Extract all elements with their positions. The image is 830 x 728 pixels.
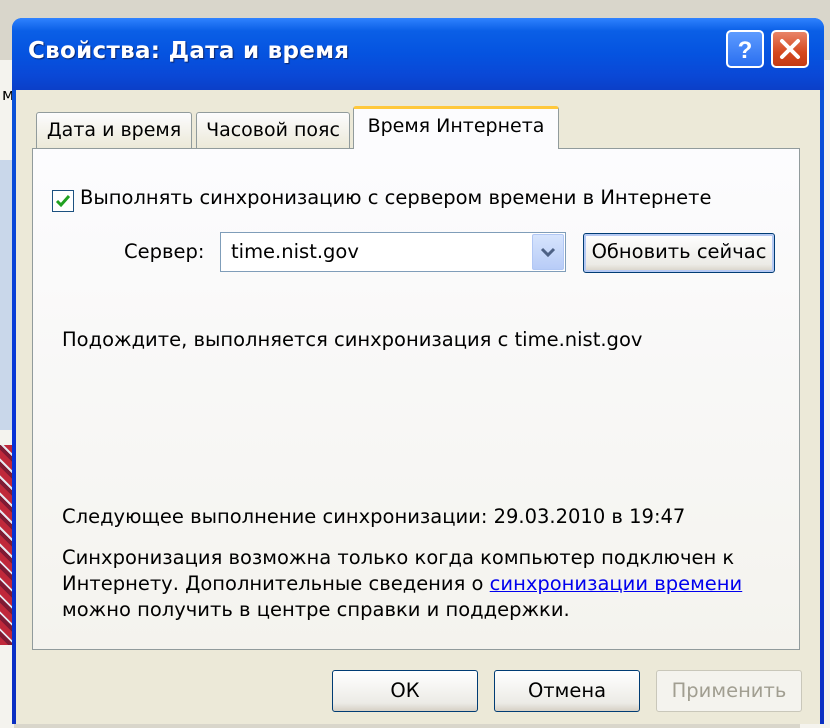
sync-info-text: Синхронизация возможна только когда комп…: [62, 545, 762, 623]
close-button[interactable]: [771, 30, 809, 68]
sync-status-text: Подождите, выполняется синхронизация с t…: [62, 328, 643, 351]
info-line-3: можно получить в центре справки и поддер…: [62, 598, 570, 621]
title-bar[interactable]: Свойства: Дата и время ?: [12, 18, 824, 90]
dialog-client-area: Дата и время Часовой пояс Время Интернет…: [16, 90, 820, 724]
tab-time-zone[interactable]: Часовой пояс: [196, 112, 350, 148]
info-line-1: Синхронизация возможна только когда комп…: [62, 546, 735, 569]
next-sync-text: Следующее выполнение синхронизации: 29.0…: [62, 505, 686, 528]
cancel-button[interactable]: Отмена: [494, 670, 640, 712]
check-icon: [55, 195, 71, 208]
help-icon: ?: [738, 37, 753, 64]
sync-checkbox[interactable]: [52, 190, 74, 212]
server-combobox[interactable]: time.nist.gov: [220, 232, 566, 272]
window-title: Свойства: Дата и время: [28, 38, 350, 64]
server-dropdown-button[interactable]: [532, 234, 564, 270]
ok-button[interactable]: ОК: [332, 670, 478, 712]
time-sync-help-link[interactable]: синхронизации времени: [490, 572, 743, 595]
date-time-properties-dialog: Свойства: Дата и время ? Дата и время Ча…: [12, 18, 824, 724]
chevron-down-icon: [540, 247, 556, 258]
server-value[interactable]: time.nist.gov: [231, 240, 359, 263]
update-now-button[interactable]: Обновить сейчас: [583, 233, 775, 273]
info-line-2: Интернету. Дополнительные сведения о: [62, 572, 490, 595]
apply-button: Применить: [656, 670, 802, 712]
close-icon: [780, 39, 800, 59]
tab-internet-time[interactable]: Время Интернета: [353, 106, 559, 149]
sync-checkbox-label[interactable]: Выполнять синхронизацию с сервером време…: [80, 186, 712, 209]
server-label: Сервер:: [124, 240, 205, 263]
svg-text:?: ?: [738, 37, 753, 64]
tab-date-time[interactable]: Дата и время: [36, 112, 192, 148]
help-button[interactable]: ?: [726, 30, 764, 68]
